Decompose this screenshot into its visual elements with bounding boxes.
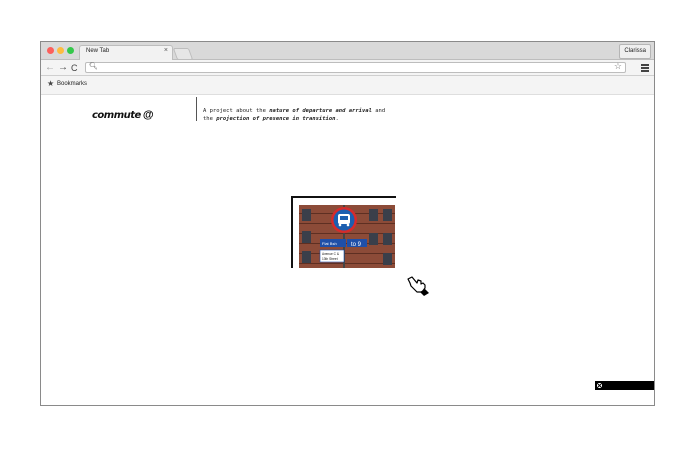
menu-icon[interactable] [641,64,649,72]
window-close-icon[interactable] [47,47,54,54]
close-icon[interactable] [596,382,603,389]
logo-text: commute [92,110,141,121]
close-bar[interactable] [595,381,654,390]
street-sign-illustration: Flat Bsh to 9 Avenue C & 13th Street [299,205,395,268]
profile-button[interactable]: Clarissa [619,44,651,59]
svg-text:Avenue C &: Avenue C & [322,252,340,256]
search-icon: 🔍︎ [89,63,98,70]
tab-close-icon[interactable]: × [164,47,168,54]
tab-new-tab[interactable]: New Tab × [79,45,173,60]
bookmark-star-icon[interactable]: ☆ [614,61,622,72]
new-tab-button[interactable] [172,48,194,60]
logo-at-icon: @ [142,109,154,121]
forward-icon[interactable]: → [58,61,68,75]
bookmarks-label[interactable]: Bookmarks [57,81,87,87]
svg-text:13th Street: 13th Street [322,257,338,261]
tagline: A project about the nature of departure … [203,108,386,122]
window-minimize-icon[interactable] [57,47,64,54]
browser-toolbar: ← → C 🔍︎ ☆ [41,60,654,76]
tab-strip: New Tab × Clarissa [41,42,654,60]
bookmarks-star-icon: ★ [47,79,55,88]
page-content: commute @ A project about the nature of d… [41,95,654,405]
bookmarks-bar: ★ Bookmarks [41,76,654,95]
reload-icon[interactable]: C [71,61,78,75]
site-logo[interactable]: commute @ [92,105,154,121]
street-sign-photo[interactable]: Flat Bsh to 9 Avenue C & 13th Street [299,205,395,268]
frame-top-line [291,196,396,198]
address-bar[interactable]: 🔍︎ ☆ [85,61,626,73]
browser-window: New Tab × Clarissa ← → C 🔍︎ ☆ ★ Bookmark… [40,41,655,406]
tab-title: New Tab [86,48,110,54]
svg-text:to 9: to 9 [351,242,362,248]
window-maximize-icon[interactable] [67,47,74,54]
header-divider [196,97,197,121]
frame-left-line [291,196,293,268]
back-icon[interactable]: ← [45,61,55,75]
svg-text:Flat Bsh: Flat Bsh [322,241,337,246]
pointer-hand-icon [407,276,429,296]
